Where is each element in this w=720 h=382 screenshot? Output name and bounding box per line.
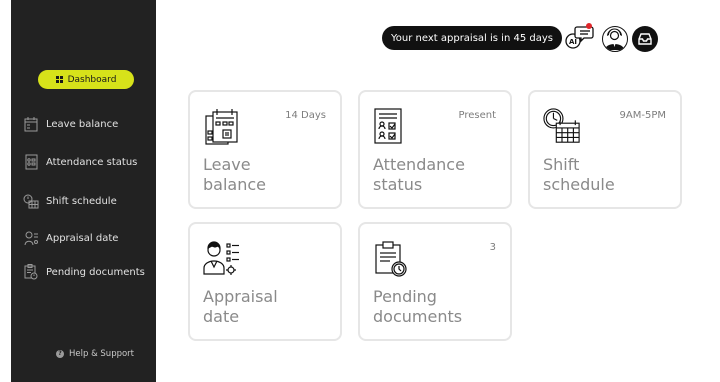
pending-documents-title: Pending documents bbox=[373, 287, 463, 326]
shift-schedule-card[interactable]: 9AM-5PM Shift schedule bbox=[528, 90, 682, 209]
help-support-link[interactable]: ? Help & Support bbox=[56, 349, 134, 359]
ai-chat-button[interactable]: AI bbox=[564, 23, 596, 51]
sidebar-item-label: Attendance status bbox=[46, 156, 138, 168]
pending-documents-card[interactable]: 3 Pending documents bbox=[358, 222, 512, 341]
leave-balance-card[interactable]: 14 Days Leave balance bbox=[188, 90, 342, 209]
appraisal-date-card[interactable]: Appraisal date bbox=[188, 222, 342, 341]
help-icon: ? bbox=[56, 350, 64, 358]
shift-schedule-value: 9AM-5PM bbox=[619, 110, 666, 121]
sidebar-item-shift-schedule[interactable]: Shift schedule bbox=[23, 193, 117, 209]
person-badge-icon bbox=[23, 230, 39, 246]
attendance-status-title: Attendance status bbox=[373, 155, 465, 194]
clock-calendar-icon bbox=[543, 108, 580, 143]
user-avatar[interactable] bbox=[602, 26, 628, 52]
sidebar: Dashboard Leave balance Attendance statu… bbox=[11, 0, 156, 382]
calendar-icon bbox=[205, 109, 238, 145]
dashboard-button[interactable]: Dashboard bbox=[38, 70, 134, 89]
notification-dot bbox=[586, 23, 592, 29]
dashboard-grid-icon bbox=[55, 76, 63, 83]
dashboard-label: Dashboard bbox=[67, 74, 117, 85]
sidebar-item-label: Leave balance bbox=[46, 118, 119, 130]
shift-schedule-title: Shift schedule bbox=[543, 155, 615, 194]
clipboard-icon bbox=[374, 108, 402, 144]
sidebar-item-label: Shift schedule bbox=[46, 195, 117, 207]
appraisal-notice-banner: Your next appraisal is in 45 days bbox=[382, 26, 562, 50]
sidebar-item-leave-balance[interactable]: Leave balance bbox=[23, 116, 118, 132]
ai-label: AI bbox=[569, 38, 577, 46]
pending-documents-value: 3 bbox=[489, 242, 496, 253]
inbox-button[interactable] bbox=[632, 26, 658, 52]
sidebar-item-label: Pending documents bbox=[46, 266, 145, 278]
clock-calendar-icon bbox=[23, 193, 39, 209]
sidebar-item-label: Appraisal date bbox=[46, 232, 119, 244]
leave-balance-title: Leave balance bbox=[203, 155, 266, 194]
document-clock-icon bbox=[23, 264, 39, 280]
sidebar-item-appraisal-date[interactable]: Appraisal date bbox=[23, 230, 118, 246]
person-badge-icon bbox=[203, 241, 239, 275]
document-clock-icon bbox=[375, 241, 407, 277]
help-support-label: Help & Support bbox=[69, 349, 135, 359]
sidebar-item-attendance-status[interactable]: Attendance status bbox=[23, 154, 137, 170]
leave-balance-value: 14 Days bbox=[285, 110, 326, 121]
sidebar-item-pending-documents[interactable]: Pending documents bbox=[23, 264, 145, 280]
appraisal-date-title: Appraisal date bbox=[203, 287, 278, 326]
attendance-status-value: Present bbox=[458, 110, 496, 121]
clipboard-icon bbox=[23, 154, 39, 170]
inbox-icon bbox=[638, 33, 652, 45]
calendar-icon bbox=[23, 116, 39, 132]
user-icon bbox=[605, 28, 624, 50]
attendance-status-card[interactable]: Present Attendance status bbox=[358, 90, 512, 209]
